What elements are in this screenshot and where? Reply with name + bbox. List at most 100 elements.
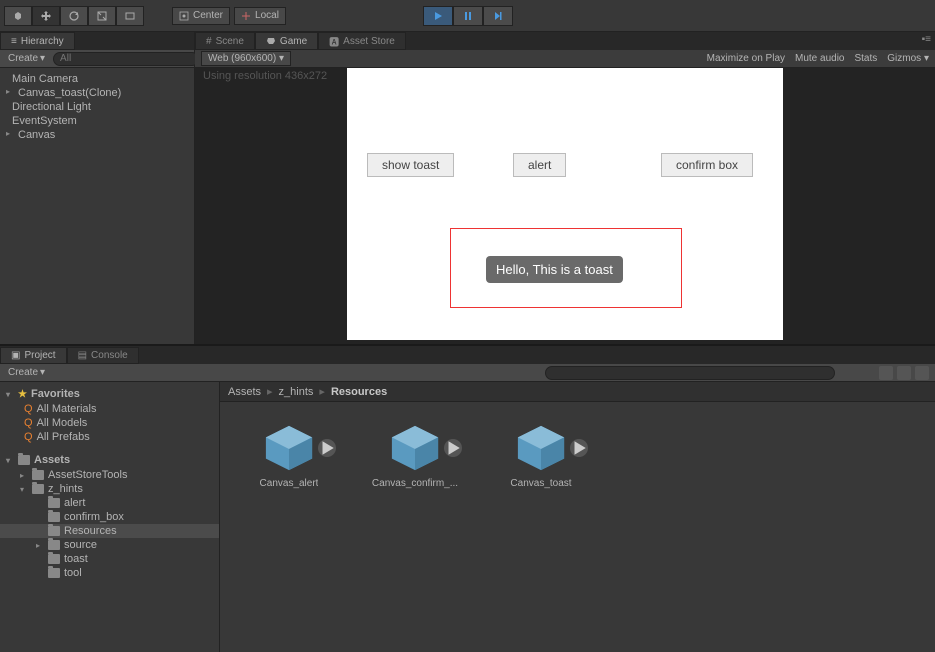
pivot-local[interactable]: Local <box>234 7 286 25</box>
search-icon: Q <box>24 403 33 415</box>
rect-tool[interactable] <box>116 6 144 26</box>
tree-item[interactable]: ▸source <box>0 538 219 552</box>
alert-button[interactable]: alert <box>513 153 566 177</box>
pivot-center-label: Center <box>193 10 223 21</box>
asset-item[interactable]: Canvas_toast <box>496 422 586 489</box>
console-icon: ▤ <box>78 350 87 361</box>
breadcrumb: Assets ▸ z_hints ▸ Resources <box>220 382 935 402</box>
pivot-controls: Center Local <box>172 7 286 25</box>
favorites-header[interactable]: ▾★Favorites <box>0 386 219 402</box>
tab-game[interactable]: Game <box>255 32 318 50</box>
hand-tool[interactable] <box>4 6 32 26</box>
breadcrumb-item[interactable]: z_hints <box>279 386 314 398</box>
tab-console-label: Console <box>91 350 128 361</box>
dropdown-icon: ▾ <box>40 53 45 64</box>
game-icon <box>266 36 276 46</box>
hierarchy-icon: ≡ <box>11 36 17 47</box>
tree-item[interactable]: toast <box>0 552 219 566</box>
breadcrumb-item[interactable]: Assets <box>228 386 261 398</box>
filter-icon[interactable] <box>897 366 911 380</box>
hierarchy-list: Main Camera Canvas_toast(Clone) Directio… <box>0 68 194 146</box>
dropdown-icon: ▾ <box>279 53 284 64</box>
hierarchy-item[interactable]: Main Camera <box>0 72 194 86</box>
tab-scene-label: Scene <box>216 36 244 47</box>
tree-item[interactable]: alert <box>0 496 219 510</box>
mute-toggle[interactable]: Mute audio <box>795 53 844 64</box>
project-icon: ▣ <box>11 350 20 361</box>
pivot-center[interactable]: Center <box>172 7 230 25</box>
asset-grid: Canvas_alert Canvas_confirm_... Canvas_t… <box>220 402 935 652</box>
folder-icon <box>48 512 60 522</box>
project-search-input[interactable] <box>545 366 835 380</box>
project-create-button[interactable]: Create ▾ <box>4 366 49 379</box>
star-icon: ★ <box>18 389 27 400</box>
hierarchy-panel: ≡Hierarchy Create ▾ Main Camera Canvas_t… <box>0 32 195 344</box>
show-toast-button[interactable]: show toast <box>367 153 454 177</box>
folder-icon <box>48 554 60 564</box>
favorite-item[interactable]: QAll Prefabs <box>0 430 219 444</box>
confirm-box-button[interactable]: confirm box <box>661 153 753 177</box>
search-icon: Q <box>24 417 33 429</box>
pause-button[interactable] <box>453 6 483 26</box>
prefab-icon <box>512 422 570 474</box>
tree-item-resources[interactable]: Resources <box>0 524 219 538</box>
tree-item[interactable]: tool <box>0 566 219 580</box>
gizmos-toggle[interactable]: Gizmos ▾ <box>887 53 929 64</box>
filter-icon[interactable] <box>879 366 893 380</box>
stats-toggle[interactable]: Stats <box>854 53 877 64</box>
folder-icon <box>32 484 44 494</box>
play-button[interactable] <box>423 6 453 26</box>
hierarchy-item[interactable]: Directional Light <box>0 100 194 114</box>
asset-name: Canvas_toast <box>510 478 571 489</box>
maximize-toggle[interactable]: Maximize on Play <box>707 53 785 64</box>
folder-icon <box>48 526 60 536</box>
dropdown-icon: ▾ <box>924 53 929 64</box>
prefab-icon <box>260 422 318 474</box>
asset-name: Canvas_confirm_... <box>372 478 458 489</box>
breadcrumb-current: Resources <box>331 386 387 398</box>
search-icon: Q <box>24 431 33 443</box>
assetstore-icon: 🅰 <box>329 34 339 49</box>
hierarchy-create-button[interactable]: Create ▾ <box>4 52 49 65</box>
prefab-icon <box>386 422 444 474</box>
tab-console[interactable]: ▤ Console <box>67 347 139 364</box>
tab-asset-store[interactable]: 🅰Asset Store <box>318 32 406 50</box>
step-button[interactable] <box>483 6 513 26</box>
scale-tool[interactable] <box>88 6 116 26</box>
breadcrumb-sep: ▸ <box>319 385 325 398</box>
tab-hierarchy[interactable]: ≡Hierarchy <box>0 32 75 50</box>
tab-project[interactable]: ▣Project <box>0 347 67 364</box>
hierarchy-item[interactable]: EventSystem <box>0 114 194 128</box>
play-overlay-icon <box>318 439 336 457</box>
folder-icon <box>48 498 60 508</box>
project-panel: ▣Project ▤ Console Create ▾ ▾★Favorites Q… <box>0 344 935 652</box>
asset-item[interactable]: Canvas_confirm_... <box>370 422 460 489</box>
favorite-item[interactable]: QAll Models <box>0 416 219 430</box>
tree-item[interactable]: ▸AssetStoreTools <box>0 468 219 482</box>
move-tool[interactable] <box>32 6 60 26</box>
assets-header[interactable]: ▾Assets <box>0 452 219 468</box>
play-controls <box>423 6 513 26</box>
toast-message: Hello, This is a toast <box>486 256 623 283</box>
breadcrumb-sep: ▸ <box>267 385 273 398</box>
tree-item[interactable]: ▾z_hints <box>0 482 219 496</box>
favorite-item[interactable]: QAll Materials <box>0 402 219 416</box>
tree-item[interactable]: confirm_box <box>0 510 219 524</box>
hierarchy-item[interactable]: Canvas_toast(Clone) <box>0 86 194 100</box>
game-canvas: show toast alert confirm box Hello, This… <box>347 68 783 340</box>
project-tree: ▾★Favorites QAll Materials QAll Models Q… <box>0 382 220 652</box>
filter-icon[interactable] <box>915 366 929 380</box>
main-toolbar: Center Local <box>0 0 935 32</box>
folder-icon <box>18 455 30 465</box>
aspect-dropdown[interactable]: Web (960x600) ▾ <box>201 51 291 66</box>
resolution-label: Using resolution 436x272 <box>203 70 327 82</box>
asset-item[interactable]: Canvas_alert <box>244 422 334 489</box>
rotate-tool[interactable] <box>60 6 88 26</box>
hierarchy-item[interactable]: Canvas <box>0 128 194 142</box>
tab-scene[interactable]: # Scene <box>195 32 255 50</box>
transform-tools <box>4 6 144 26</box>
hierarchy-search-input[interactable] <box>53 52 199 66</box>
tab-context-icon[interactable]: ▪≡ <box>922 34 931 45</box>
scene-icon: # <box>206 36 212 47</box>
folder-icon <box>48 568 60 578</box>
